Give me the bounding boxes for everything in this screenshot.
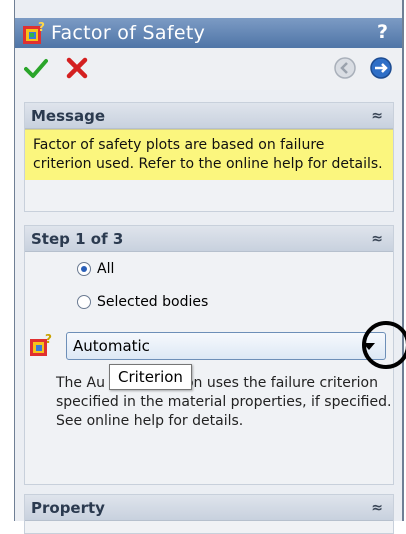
radio-selected-button[interactable]: [77, 295, 91, 309]
radio-selected-label: Selected bodies: [97, 294, 209, 310]
window-title: Factor of Safety: [51, 22, 206, 44]
svg-text:?: ?: [38, 20, 45, 34]
dropdown-arrow-icon[interactable]: [363, 343, 375, 350]
message-header-label: Message: [31, 107, 105, 125]
title-bar: ? Factor of Safety ?: [15, 18, 402, 48]
ok-button[interactable]: [24, 56, 48, 80]
property-manager-panel: ? Factor of Safety ? Message ≈ Factor of…: [14, 0, 406, 534]
radio-all-button[interactable]: [77, 262, 91, 276]
radio-all[interactable]: All: [77, 258, 114, 280]
message-panel: Message ≈ Factor of safety plots are bas…: [24, 102, 394, 212]
message-header[interactable]: Message ≈: [25, 103, 393, 129]
next-button[interactable]: [369, 56, 393, 80]
criterion-description: The Au on uses the failure criterion spec…: [56, 375, 392, 429]
back-button[interactable]: [333, 56, 357, 80]
radio-selected-bodies[interactable]: Selected bodies: [77, 291, 208, 313]
property-panel: Property ≈: [24, 494, 394, 534]
collapse-icon[interactable]: ≈: [371, 103, 383, 129]
help-button[interactable]: ?: [377, 19, 388, 45]
property-header-label: Property: [31, 499, 105, 517]
radio-all-label: All: [97, 261, 115, 277]
criterion-value: Automatic: [73, 337, 150, 355]
message-text: Factor of safety plots are based on fail…: [25, 129, 393, 180]
property-header[interactable]: Property ≈: [25, 495, 393, 521]
svg-text:?: ?: [45, 332, 52, 346]
criterion-icon: ?: [30, 332, 52, 356]
action-bar: [15, 48, 402, 90]
cancel-button[interactable]: [65, 56, 89, 80]
collapse-icon[interactable]: ≈: [371, 226, 383, 252]
criterion-tooltip: Criterion: [109, 364, 192, 390]
expand-icon[interactable]: ≈: [371, 495, 383, 521]
step-header-label: Step 1 of 3: [31, 230, 124, 248]
step-header[interactable]: Step 1 of 3 ≈: [25, 226, 393, 252]
factor-of-safety-icon: ?: [23, 20, 45, 44]
criterion-dropdown[interactable]: Automatic: [66, 332, 386, 360]
